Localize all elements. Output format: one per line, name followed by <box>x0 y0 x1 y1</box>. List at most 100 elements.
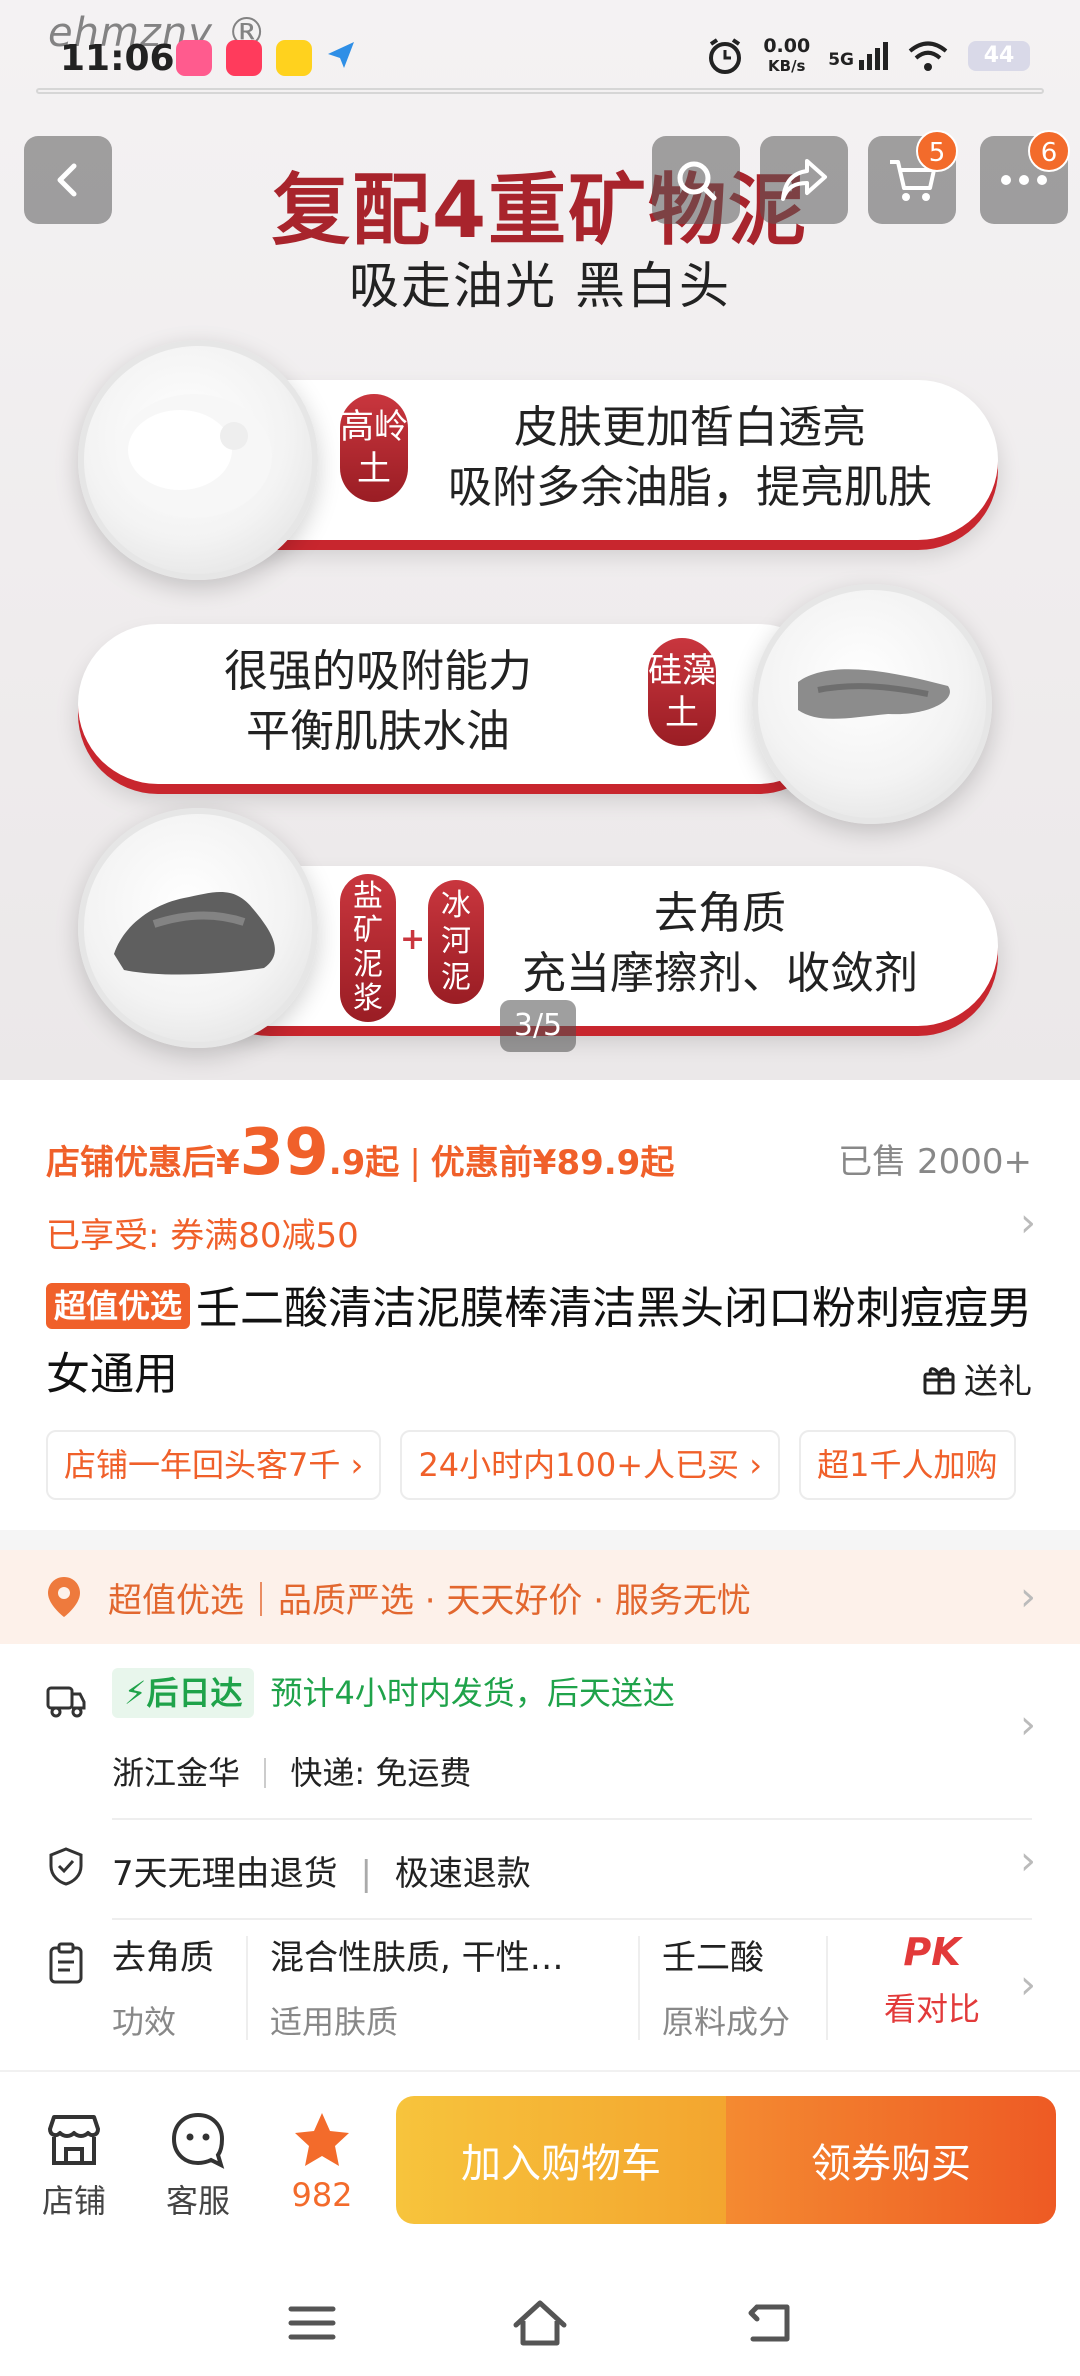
kaolin-dish-image <box>78 340 318 580</box>
value-pick-badge: 超值优选 <box>46 1283 191 1329</box>
compare-label: 看对比 <box>884 1990 981 2028</box>
price-label: 店铺优惠后 <box>46 1143 216 1183</box>
chevron-right-icon[interactable]: › <box>1020 1200 1036 1246</box>
chevron-right-icon: › <box>1020 1702 1036 1748</box>
clipboard-icon <box>49 1942 83 1984</box>
attr-ingredient[interactable]: 壬二酸 原料成分 <box>662 1930 790 2043</box>
row-divider <box>112 1918 1032 1920</box>
menu-icon[interactable] <box>287 2303 337 2343</box>
share-button[interactable] <box>760 136 848 224</box>
attr-effect[interactable]: 去角质 功效 <box>112 1930 214 2043</box>
home-icon[interactable] <box>512 2299 568 2347</box>
share-icon <box>781 159 827 201</box>
shipping-row[interactable]: ⚡后日达 预计4小时内发货，后天送达 浙江金华 快递: 免运费 › <box>0 1668 1080 1814</box>
feature-tag: 高岭土 <box>340 394 408 502</box>
diatomite-dish-image <box>752 584 992 824</box>
clay-dish-image <box>78 808 318 1048</box>
network-speed: 0.00 KB/s <box>763 35 811 75</box>
shield-check-icon <box>49 1847 83 1886</box>
signal-icon: 5G <box>828 42 888 70</box>
app-notification-icon <box>176 40 212 76</box>
chevron-left-icon <box>57 163 77 197</box>
video-app-icon <box>226 40 262 76</box>
return-policy: 7天无理由退货 <box>112 1854 338 1894</box>
chip-add-to-cart-count[interactable]: 超1千人加购 <box>799 1430 1016 1500</box>
location-pin-icon <box>48 1577 80 1617</box>
alarm-icon <box>709 38 742 74</box>
product-title: 超值优选 壬二酸清洁泥膜棒清洁黑头闭口粉刺痘痘男女通用 <box>46 1283 1033 1400</box>
coupon-applied[interactable]: 已享受: 券满80减50 <box>46 1208 359 1257</box>
attr-divider <box>246 1936 248 2040</box>
price-separator: | <box>409 1143 421 1183</box>
feature-text: 去角质 充当摩擦剂、收敛剂 <box>522 888 918 999</box>
back-button[interactable] <box>24 136 112 224</box>
customer-service-button[interactable]: 客服 <box>148 2104 248 2222</box>
ship-origin: 浙江金华 <box>112 1754 241 1792</box>
star-icon <box>295 2113 349 2166</box>
price-before-discount: 优惠前¥89.9起 <box>430 1143 675 1183</box>
compare-button[interactable]: PK 看对比 <box>884 1930 980 2030</box>
express-fee: 快递: 免运费 <box>290 1754 472 1792</box>
system-navigation-bar <box>0 2270 1080 2376</box>
price-decimal: .9起 <box>328 1143 400 1183</box>
sold-count: 已售 2000+ <box>838 1142 1032 1182</box>
gift-button[interactable]: 送礼 <box>922 1354 1032 1403</box>
wifi-icon <box>908 41 948 71</box>
more-button[interactable]: 6 <box>980 130 1070 224</box>
cart-button[interactable]: 5 <box>868 130 958 224</box>
row-divider <box>112 1818 1032 1820</box>
message-count-badge: 6 <box>1028 130 1070 172</box>
chevron-right-icon[interactable]: › <box>1020 1574 1036 1620</box>
favorite-button[interactable]: 982 <box>272 2104 372 2214</box>
delivery-estimate: 预计4小时内发货，后天送达 <box>270 1674 675 1712</box>
status-divider <box>36 88 1044 94</box>
carousel-pager: 3/5 <box>500 1000 576 1052</box>
fast-refund: 极速退款 <box>394 1854 531 1894</box>
status-icons: 0.00 KB/s 5G 44 <box>705 36 1030 76</box>
status-bar: ehmzny ® 11:06 0.00 KB/s 5G 44 <box>0 0 1080 100</box>
search-button[interactable] <box>652 136 740 224</box>
shop-app-icon <box>276 40 312 76</box>
gift-icon <box>923 1366 955 1394</box>
purchase-buttons: 加入购物车 领券购买 <box>396 2096 1056 2224</box>
returns-row[interactable]: 7天无理由退货 | 极速退款 › <box>0 1838 1080 1902</box>
attr-skin-type[interactable]: 混合性肤质, 干性… 适用肤质 <box>270 1930 564 2043</box>
feature-tag: 硅藻土 <box>648 638 716 746</box>
chevron-right-icon: › <box>1020 1838 1036 1884</box>
back-nav-icon[interactable] <box>743 2301 793 2345</box>
cart-count-badge: 5 <box>916 130 958 172</box>
buy-with-coupon-button[interactable]: 领券购买 <box>726 2096 1056 2224</box>
feature-tag-b: 冰河泥 <box>428 880 484 1004</box>
feature-tag-a: 盐矿泥浆 <box>340 874 396 1022</box>
feature-text: 很强的吸附能力 平衡肌肤水油 <box>224 646 532 757</box>
feature-text: 皮肤更加皙白透亮 吸附多余油脂，提亮肌肤 <box>448 402 932 513</box>
chip-repeat-buyers[interactable]: 店铺一年回头客7千 › <box>46 1430 382 1500</box>
search-icon <box>677 161 717 201</box>
battery-indicator: 44 <box>968 41 1030 71</box>
notification-app-icons <box>176 40 356 76</box>
pk-label: PK <box>903 1930 961 1974</box>
store-icon <box>48 2115 100 2165</box>
highlight-chips: 店铺一年回头客7千 › 24小时内100+人已买 › 超1千人加购 <box>46 1430 1036 1500</box>
price-currency: ¥ <box>216 1143 240 1183</box>
hero-subtitle: 吸走油光 黑白头 <box>349 257 731 315</box>
attr-divider <box>826 1936 828 2040</box>
more-dots-icon <box>1001 175 1047 185</box>
attr-divider <box>638 1936 640 2040</box>
feature-card-diatomite: 很强的吸附能力 平衡肌肤水油 硅藻土 <box>78 624 838 784</box>
chevron-right-icon[interactable]: › <box>1020 1962 1036 2008</box>
paper-plane-icon <box>326 40 356 76</box>
guarantee-banner[interactable]: 超值优选｜品质严选 · 天天好价 · 服务无忧 <box>0 1550 1080 1644</box>
bottom-action-bar: 店铺 客服 982 加入购物车 领券购买 <box>0 2070 1080 2270</box>
price-row: 店铺优惠后 ¥ 39 .9起 | 优惠前¥89.9起 <box>46 1116 674 1190</box>
delivery-speed-badge: ⚡后日达 <box>112 1668 255 1718</box>
add-to-cart-button[interactable]: 加入购物车 <box>396 2096 726 2224</box>
chat-face-icon <box>171 2112 225 2169</box>
plus-sign: + <box>400 922 426 957</box>
section-divider <box>0 1530 1080 1550</box>
price-main: 39 <box>239 1116 329 1190</box>
shop-button[interactable]: 店铺 <box>24 2104 124 2222</box>
chip-recent-buyers[interactable]: 24小时内100+人已买 › <box>400 1430 781 1500</box>
status-time: 11:06 <box>60 38 175 79</box>
delivery-truck-icon <box>46 1686 86 1718</box>
